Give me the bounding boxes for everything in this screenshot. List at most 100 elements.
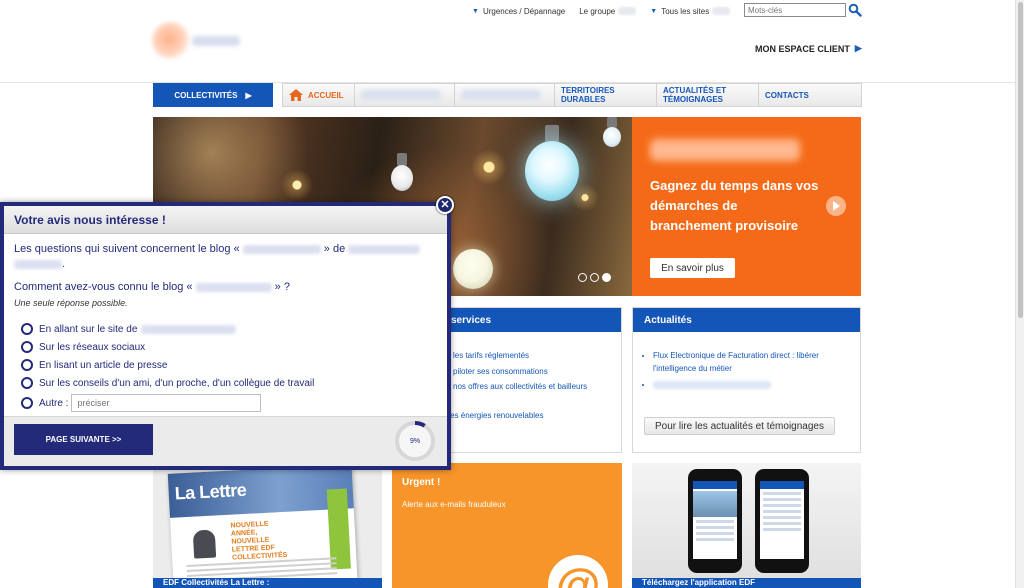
light-bulb: [525, 141, 579, 201]
survey-intro: Les questions qui suivent concernent le …: [14, 242, 434, 272]
magazine-portrait: [192, 529, 217, 559]
redacted-text: [712, 7, 731, 15]
app-card[interactable]: Téléchargez l'application EDF: [632, 463, 861, 588]
survey-question: Comment avez-vous connu le blog « » ?: [14, 281, 290, 293]
progress-indicator: 9%: [393, 419, 437, 463]
close-icon[interactable]: ✕: [436, 196, 454, 214]
survey-modal: Votre avis nous intéresse ! Les question…: [0, 196, 454, 470]
nav-item-actualites[interactable]: ACTUALITÉS ET TÉMOIGNAGES: [657, 84, 759, 106]
urgences-link[interactable]: ▼ Urgences / Dépannage: [472, 7, 565, 16]
magazine-subtitle: NOUVELLE ANNÉE, NOUVELLE LETTRE EDF COLL…: [230, 520, 288, 562]
lettre-footer: EDF Collectivités La Lettre :: [153, 578, 382, 588]
option-label: En lisant un article de presse: [39, 359, 168, 371]
radio-button[interactable]: [21, 359, 33, 371]
app-footer: Téléchargez l'application EDF: [632, 578, 861, 588]
actualites-link-redacted[interactable]: [653, 378, 850, 391]
logo-mark: [152, 22, 190, 60]
main-nav: ACCUEIL TERRITOIRES DURABLES ACTUALITÉS …: [282, 83, 862, 107]
radio-button[interactable]: [21, 341, 33, 353]
nav-item-territoires[interactable]: TERRITOIRES DURABLES: [555, 84, 657, 106]
survey-option[interactable]: En lisant un article de presse: [21, 356, 314, 374]
nav-item-accueil[interactable]: ACCUEIL: [283, 84, 355, 106]
other-answer-input[interactable]: [71, 394, 262, 412]
option-label: Autre :: [39, 397, 69, 409]
survey-footer: PAGE SUIVANTE >> 9%: [4, 416, 447, 466]
phone-screen: [693, 481, 737, 559]
redacted-text: [141, 324, 237, 334]
search-icon[interactable]: [848, 3, 862, 17]
tous-sites-label: Tous les sites: [661, 6, 710, 16]
redacted-text: [242, 244, 321, 254]
home-icon: [289, 89, 303, 101]
nav-item-contacts[interactable]: CONTACTS: [759, 84, 857, 106]
phone-image: [688, 469, 742, 573]
caret-down-icon: ▼: [650, 7, 658, 15]
page: ▼ Urgences / Dépannage Le groupe ▼ Tous …: [0, 0, 1024, 588]
phone-screen: [760, 481, 804, 559]
nav-accueil-label: ACCUEIL: [308, 90, 344, 100]
light-bulb: [453, 249, 493, 289]
redacted-text: [14, 259, 62, 269]
espace-client-label: MON ESPACE CLIENT: [755, 43, 850, 54]
site-logo[interactable]: [150, 22, 246, 62]
radio-button[interactable]: [21, 323, 33, 335]
page-scrollbar[interactable]: [1015, 0, 1024, 588]
at-sign-icon: @: [548, 555, 608, 588]
intro-text: .: [62, 258, 66, 270]
search-input[interactable]: [744, 3, 846, 17]
lettre-card[interactable]: La Lettre NOUVELLE ANNÉE, NOUVELLE LETTR…: [153, 463, 382, 588]
survey-option[interactable]: Autre :: [21, 392, 314, 414]
lire-actualites-button[interactable]: Pour lire les actualités et témoignages: [644, 417, 835, 435]
next-page-button[interactable]: PAGE SUIVANTE >>: [14, 424, 153, 455]
option-label: En allant sur le site de: [39, 323, 138, 335]
radio-button[interactable]: [21, 377, 33, 389]
survey-option[interactable]: Sur les réseaux sociaux: [21, 338, 314, 356]
survey-option[interactable]: En allant sur le site de: [21, 320, 314, 338]
survey-title: Votre avis nous intéresse !: [4, 206, 447, 234]
nav-item-redacted-2[interactable]: [455, 84, 555, 106]
option-label: Sur les réseaux sociaux: [39, 341, 146, 353]
light-bulb: [603, 127, 621, 147]
groupe-label: Le groupe: [579, 6, 616, 16]
intro-text: » de: [323, 243, 346, 255]
phone-image: [755, 469, 809, 573]
tous-sites-link[interactable]: ▼ Tous les sites: [650, 6, 731, 16]
hero-headline: Gagnez du temps dans vos démarches de br…: [650, 178, 819, 233]
carousel-dot[interactable]: [578, 273, 587, 282]
scrollbar-thumb[interactable]: [1018, 2, 1023, 318]
urgent-title: Urgent !: [402, 477, 441, 488]
redacted-text: [653, 380, 771, 389]
urgent-card[interactable]: Urgent ! Alerte aux e-mails frauduleux @: [392, 463, 622, 588]
actualites-card: Actualités Flux Electronique de Facturat…: [632, 307, 861, 453]
collectivites-label: COLLECTIVITÉS: [174, 90, 238, 100]
play-icon: [833, 201, 840, 211]
carousel-next-button[interactable]: [826, 196, 846, 216]
groupe-link[interactable]: Le groupe: [579, 6, 637, 16]
carousel-dot-active[interactable]: [602, 273, 611, 282]
carousel-dot[interactable]: [590, 273, 599, 282]
logo-text: [192, 36, 240, 46]
actualites-title: Actualités: [633, 308, 860, 332]
actualites-list: Flux Electronique de Facturation direct …: [633, 332, 860, 391]
intro-text: Les questions qui suivent concernent le …: [14, 243, 240, 255]
collectivites-button[interactable]: COLLECTIVITÉS ▶: [153, 83, 273, 107]
urgences-label: Urgences / Dépannage: [482, 6, 566, 16]
espace-client-link[interactable]: MON ESPACE CLIENT ▶: [755, 43, 862, 54]
survey-options: En allant sur le site de Sur les réseaux…: [21, 320, 314, 414]
question-text: Comment avez-vous connu le blog «: [14, 281, 193, 293]
urgent-description: Alerte aux e-mails frauduleux: [402, 500, 506, 509]
option-label: Sur les conseils d'un ami, d'un proche, …: [39, 377, 315, 389]
carousel-dots: [578, 273, 611, 282]
magazine-logo: La Lettre: [174, 479, 247, 504]
redacted-text: [650, 139, 800, 161]
en-savoir-plus-button[interactable]: En savoir plus: [650, 258, 735, 278]
survey-option[interactable]: Sur les conseils d'un ami, d'un proche, …: [21, 374, 314, 392]
caret-down-icon: ▼: [472, 7, 479, 15]
magazine-cover: La Lettre NOUVELLE ANNÉE, NOUVELLE LETTR…: [167, 464, 359, 588]
actualites-link[interactable]: Flux Electronique de Facturation direct …: [653, 349, 850, 375]
radio-button[interactable]: [21, 397, 33, 409]
hero-panel: Gagnez du temps dans vos démarches de br…: [632, 117, 861, 296]
redacted-text: [195, 282, 272, 292]
chevron-right-icon: ▶: [854, 43, 862, 53]
nav-item-redacted-1[interactable]: [355, 84, 455, 106]
